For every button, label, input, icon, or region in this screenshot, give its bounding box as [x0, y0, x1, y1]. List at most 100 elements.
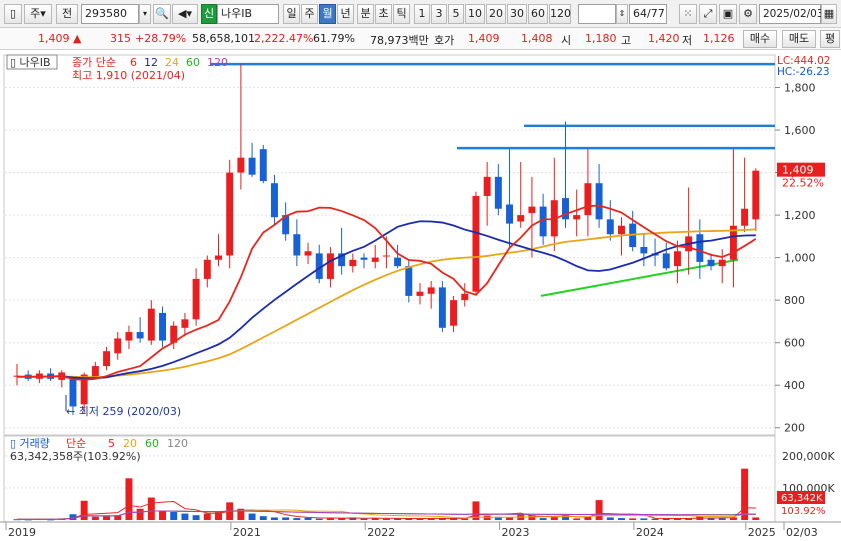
- period-4[interactable]: 분: [357, 4, 374, 24]
- ask-price: 1,409: [468, 32, 500, 45]
- price-tick-label: 200: [784, 422, 805, 435]
- volume-bar: [360, 518, 368, 520]
- price-tick-label: 800: [784, 294, 805, 307]
- candle-body: [595, 183, 603, 220]
- candle-body: [606, 219, 614, 235]
- current-price: 1,409: [38, 32, 70, 45]
- candle-body: [494, 176, 502, 209]
- candle-body: [562, 198, 569, 220]
- interval-60[interactable]: 60: [528, 4, 548, 24]
- sell-button[interactable]: 매도: [782, 30, 816, 48]
- volume-bar: [483, 515, 491, 520]
- candle-body: [450, 300, 458, 326]
- candle-body: [707, 259, 715, 267]
- interval-input[interactable]: [578, 4, 616, 24]
- interval-120[interactable]: 120: [549, 4, 571, 24]
- candle-body: [91, 366, 99, 377]
- volume-bar: [707, 518, 715, 520]
- volume-title: ▯ 거래량: [10, 437, 50, 450]
- settings-icon[interactable]: ⚙: [739, 4, 757, 24]
- candle-body: [662, 253, 670, 269]
- market-select[interactable]: 주▾: [24, 4, 52, 24]
- candle-body: [69, 378, 77, 407]
- stock-code-input[interactable]: 293580: [81, 4, 139, 24]
- ma-period-6: 6: [130, 56, 137, 69]
- price-tick-label: 600: [784, 337, 805, 350]
- candle-body: [136, 332, 144, 339]
- hc-label: HC:-26.23: [777, 66, 830, 78]
- x-tick-label: 2024: [636, 526, 664, 539]
- chart-menu-icon[interactable]: ▯: [4, 4, 22, 24]
- candle-body: [618, 225, 625, 235]
- candle-body: [293, 234, 301, 256]
- search-icon[interactable]: 🔍: [153, 4, 171, 24]
- low-label: 저: [682, 34, 693, 47]
- candle-body: [237, 157, 245, 173]
- volume-bar: [629, 518, 637, 520]
- grid-icon[interactable]: ⁙: [679, 4, 697, 24]
- candle-body: [248, 157, 256, 175]
- price-chart[interactable]: 2004006008001,0001,2001,4001,6001,800100…: [0, 50, 841, 541]
- type-button[interactable]: 전: [56, 4, 78, 24]
- candle-body: [103, 351, 111, 367]
- volume-bar: [147, 497, 155, 520]
- x-tick-label: 2021: [233, 526, 261, 539]
- period-1[interactable]: 주: [301, 4, 318, 24]
- open-price: 1,180: [585, 32, 617, 45]
- candle-body: [270, 183, 278, 218]
- period-3[interactable]: 년: [337, 4, 354, 24]
- speaker-icon[interactable]: ◀▾: [172, 4, 198, 24]
- eval-button[interactable]: 평: [820, 30, 840, 48]
- toolbar: ▯ 주▾ 전 293580 ▾ 🔍 ◀▾ 신 나우IB 일주월년분초틱 1351…: [0, 0, 841, 28]
- candle-body: [326, 253, 334, 279]
- candle-body: [438, 287, 446, 328]
- x-tick-label: 2025: [748, 526, 776, 539]
- change-percent: +28.79%: [135, 32, 187, 45]
- price-tick-label: 1,200: [784, 209, 816, 222]
- volume-bar: [640, 518, 648, 520]
- candle-body: [394, 257, 402, 267]
- candle-body: [718, 259, 726, 267]
- volume-bar: [651, 518, 659, 520]
- period-0[interactable]: 일: [283, 4, 300, 24]
- candle-body: [371, 257, 379, 262]
- interval-10[interactable]: 10: [465, 4, 485, 24]
- volume-bar: [203, 513, 211, 520]
- interval-spin-icon[interactable]: ⇕: [616, 4, 628, 24]
- volume-bar: [103, 516, 111, 520]
- volume-ma-period-60: 60: [145, 437, 159, 450]
- price-tick-label: 1,000: [784, 252, 816, 265]
- calendar-icon[interactable]: ▦: [821, 4, 837, 24]
- volume-bar: [181, 513, 189, 520]
- price-tick-label: 400: [784, 379, 805, 392]
- period-5[interactable]: 초: [375, 4, 392, 24]
- chart-type-icon[interactable]: ⤢: [699, 4, 717, 24]
- volume-bar: [248, 513, 256, 520]
- last-price-value: 1,409: [782, 164, 814, 177]
- candle-body: [584, 183, 592, 216]
- candle-body: [673, 251, 681, 267]
- ma-period-12: 12: [144, 56, 158, 69]
- buy-button[interactable]: 매수: [743, 30, 777, 48]
- price-tick-label: 1,800: [784, 82, 816, 95]
- interval-30[interactable]: 30: [507, 4, 527, 24]
- last-price-percent: 22.52%: [782, 177, 824, 190]
- name-tag: ▯ 나우IB: [10, 56, 51, 69]
- volume-bar: [125, 478, 133, 520]
- volume-percent: 2,222.47%: [254, 32, 314, 45]
- candle-body: [114, 338, 122, 354]
- turnover-percent: 61.79%: [313, 32, 355, 45]
- quote-line: 1,409 ▲ 315 +28.79% 58,658,101 2,222.47%…: [0, 28, 841, 50]
- save-icon[interactable]: ▣: [719, 4, 737, 24]
- code-dropdown-icon[interactable]: ▾: [139, 4, 151, 24]
- volume-tag-percent: 103.92%: [781, 506, 826, 517]
- period-6[interactable]: 틱: [393, 4, 410, 24]
- volume-bar: [539, 518, 547, 520]
- interval-3[interactable]: 3: [431, 4, 447, 24]
- period-2[interactable]: 월: [319, 4, 336, 24]
- date-field[interactable]: 2025/02/03: [759, 4, 824, 24]
- interval-1[interactable]: 1: [414, 4, 430, 24]
- interval-5[interactable]: 5: [448, 4, 464, 24]
- interval-20[interactable]: 20: [486, 4, 506, 24]
- stock-name-field[interactable]: 나우IB: [217, 4, 279, 24]
